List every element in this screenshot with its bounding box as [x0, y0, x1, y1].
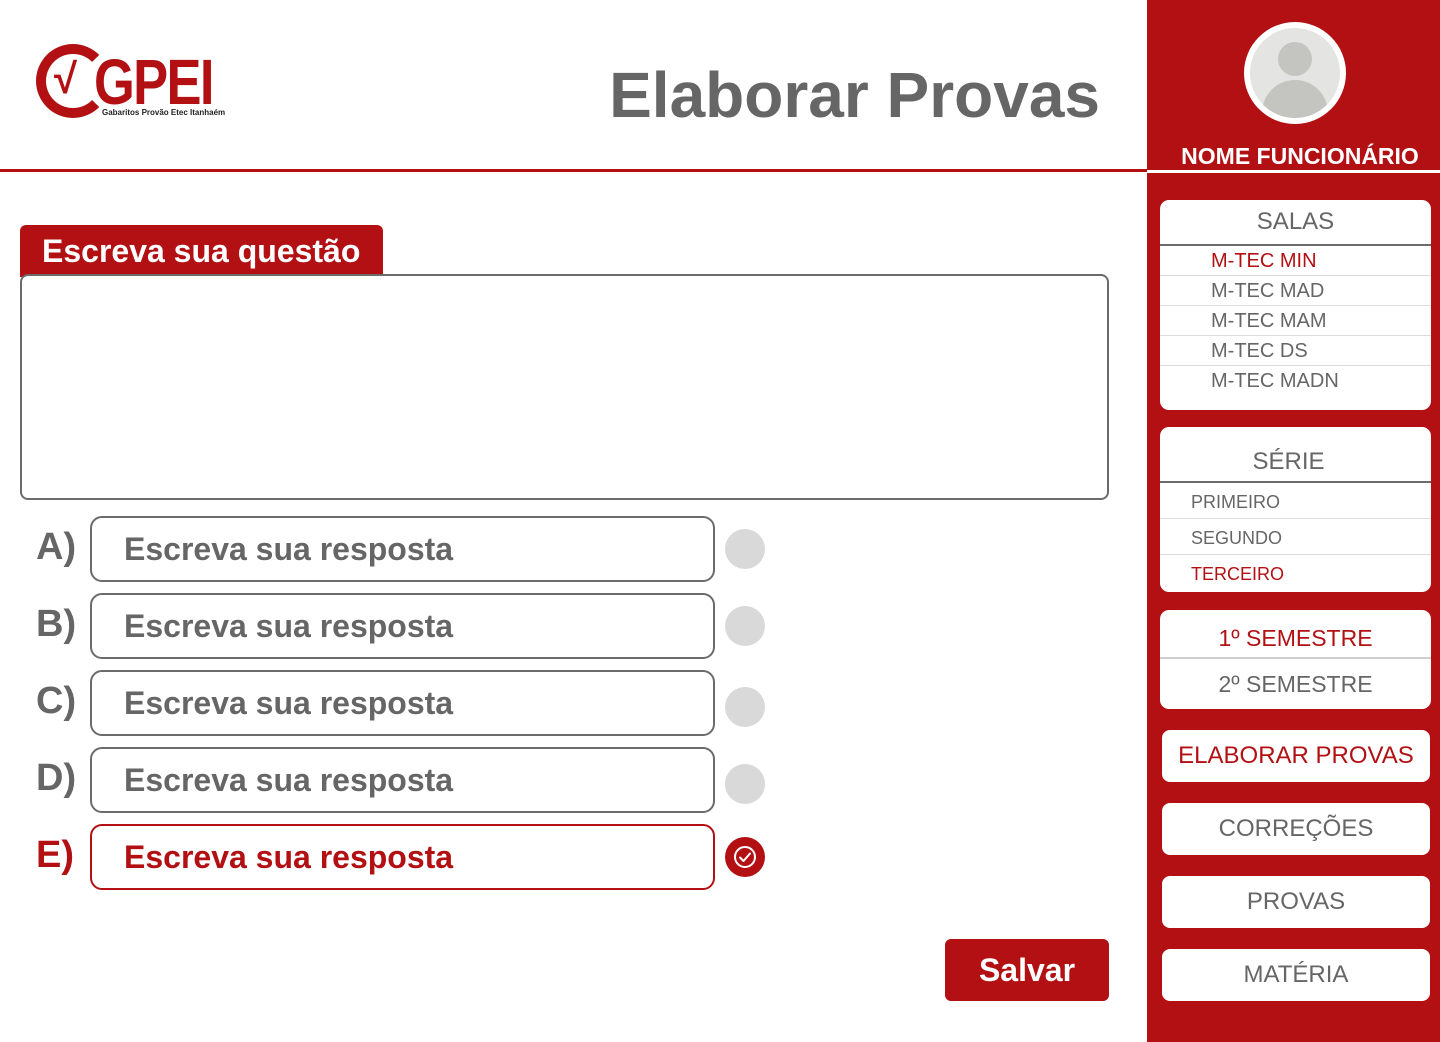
- answer-row-a: A): [0, 516, 800, 582]
- answer-input-c[interactable]: [90, 670, 715, 736]
- answer-row-b: B): [0, 593, 800, 659]
- sala-item-mtec-mam[interactable]: M-TEC MAM: [1160, 306, 1431, 336]
- answer-row-d: D): [0, 747, 800, 813]
- sala-item-mtec-madn[interactable]: M-TEC MADN: [1160, 366, 1431, 396]
- serie-item-terceiro[interactable]: TERCEIRO: [1160, 555, 1431, 591]
- answer-radio-c[interactable]: [725, 687, 765, 727]
- answer-letter-c: C): [36, 680, 77, 722]
- answer-input-e[interactable]: [90, 824, 715, 890]
- nav-materia[interactable]: MATÉRIA: [1162, 949, 1430, 1001]
- salas-panel: SALAS M-TEC MIN M-TEC MAD M-TEC MAM M-TE…: [1160, 200, 1431, 410]
- sala-item-mtec-min[interactable]: M-TEC MIN: [1160, 246, 1431, 276]
- sala-item-mtec-ds[interactable]: M-TEC DS: [1160, 336, 1431, 366]
- answer-letter-b: B): [36, 603, 77, 645]
- logo-check-icon: √: [54, 55, 78, 102]
- user-avatar-icon[interactable]: [1244, 22, 1346, 124]
- answer-radio-a[interactable]: [725, 529, 765, 569]
- answer-letter-e: E): [36, 834, 74, 876]
- question-label: Escreva sua questão: [20, 225, 384, 277]
- logo-subtitle: Gabaritos Provão Etec Itanhaém: [102, 108, 226, 117]
- answer-input-b[interactable]: [90, 593, 715, 659]
- sala-item-mtec-mad[interactable]: M-TEC MAD: [1160, 276, 1431, 306]
- answer-radio-e[interactable]: [725, 837, 765, 877]
- salas-title: SALAS: [1256, 208, 1335, 235]
- app-logo[interactable]: √ GPEI Gabaritos Provão Etec Itanhaém: [36, 44, 236, 124]
- save-button[interactable]: Salvar: [945, 939, 1109, 1001]
- answer-letter-a: A): [36, 526, 77, 568]
- page-title: Elaborar Provas: [609, 59, 1100, 131]
- serie-title: SÉRIE: [1252, 448, 1325, 475]
- answer-input-d[interactable]: [90, 747, 715, 813]
- sidebar: NOME FUNCIONÁRIO SALAS M-TEC MIN M-TEC M…: [1147, 0, 1440, 1042]
- answer-input-a[interactable]: [90, 516, 715, 582]
- answer-row-e: E): [0, 824, 800, 890]
- serie-item-primeiro[interactable]: PRIMEIRO: [1160, 483, 1431, 519]
- answer-radio-b[interactable]: [725, 606, 765, 646]
- sidebar-divider: [1147, 170, 1440, 173]
- semestre-panel: 1º SEMESTRE 2º SEMESTRE: [1160, 610, 1431, 709]
- serie-panel: SÉRIE PRIMEIRO SEGUNDO TERCEIRO: [1160, 427, 1431, 592]
- header-divider: [0, 169, 1148, 172]
- semestre-item-2[interactable]: 2º SEMESTRE: [1160, 659, 1431, 708]
- nav-correcoes[interactable]: CORREÇÕES: [1162, 803, 1430, 855]
- nav-provas[interactable]: PROVAS: [1162, 876, 1430, 928]
- question-textarea[interactable]: [20, 274, 1109, 500]
- logo-text: GPEI: [94, 46, 214, 118]
- check-circle-icon: [734, 846, 756, 868]
- answer-radio-d[interactable]: [725, 764, 765, 804]
- serie-item-segundo[interactable]: SEGUNDO: [1160, 519, 1431, 555]
- user-name: NOME FUNCIONÁRIO: [1181, 143, 1419, 169]
- semestre-item-1[interactable]: 1º SEMESTRE: [1160, 610, 1431, 659]
- answer-letter-d: D): [36, 757, 77, 799]
- nav-elaborar-provas[interactable]: ELABORAR PROVAS: [1162, 730, 1430, 782]
- answer-row-c: C): [0, 670, 800, 736]
